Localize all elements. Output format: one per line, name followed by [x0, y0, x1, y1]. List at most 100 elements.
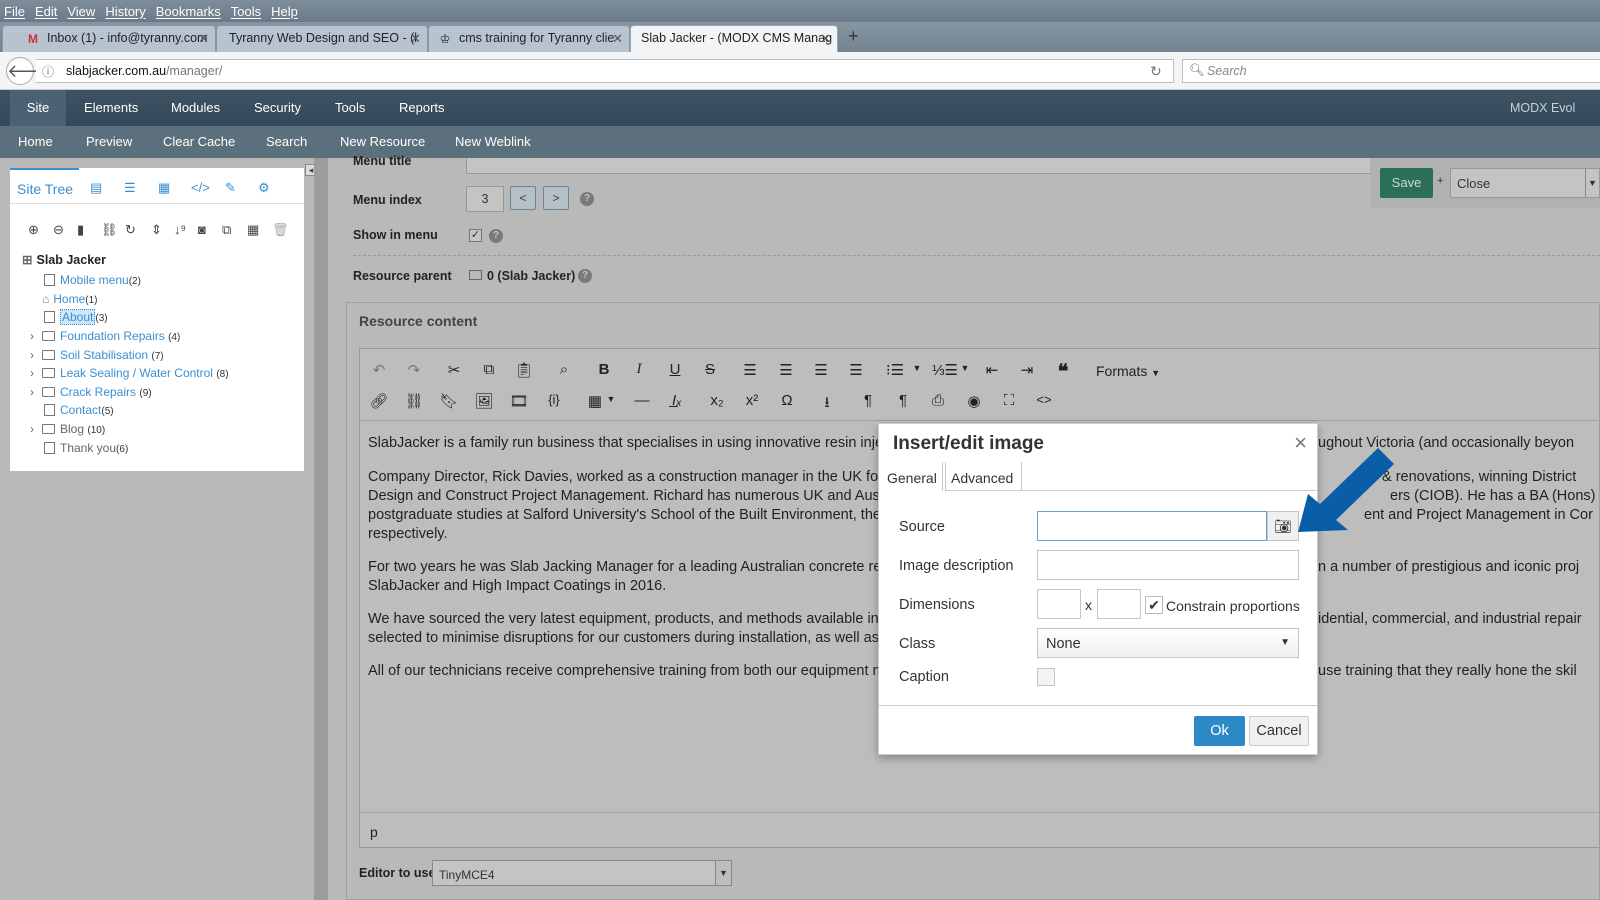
save-button[interactable]: Save [1380, 168, 1433, 198]
editor-to-use-select[interactable]: TinyMCE4 ▼ [432, 860, 732, 886]
subnav-search[interactable]: Search [266, 126, 307, 158]
editor-paragraph-3-line-1[interactable]: For two years he was Slab Jacking Manage… [368, 558, 898, 577]
new-link-icon[interactable]: ⛓ [101, 222, 118, 238]
close-tab-icon[interactable]: ✕ [410, 31, 421, 47]
indent-icon[interactable]: ⇥ [1016, 361, 1038, 379]
back-button[interactable]: 🡐 [6, 57, 55, 85]
close-tab-icon[interactable]: ✕ [820, 31, 831, 47]
code-icon[interactable]: </> [191, 180, 210, 195]
align-right-icon[interactable]: ☰ [810, 361, 832, 379]
subnav-clear-cache[interactable]: Clear Cache [163, 126, 235, 158]
underline-icon[interactable]: U [664, 361, 686, 378]
ok-button[interactable]: Ok [1194, 716, 1245, 746]
chevron-right-icon[interactable]: › [30, 329, 34, 343]
redo-icon[interactable]: ↷ [403, 361, 425, 379]
caption-checkbox[interactable] [1037, 668, 1055, 686]
subnav-home[interactable]: Home [18, 126, 53, 158]
nav-site[interactable]: Site [10, 90, 66, 126]
sort-number-icon[interactable]: ↓⁹ [174, 222, 186, 237]
subnav-preview[interactable]: Preview [86, 126, 132, 158]
browser-tab-cms-training[interactable]: ♔ cms training for Tyranny clie ✕ [428, 25, 630, 52]
tree-node-contact[interactable]: Contact(5) [44, 403, 114, 417]
menu-tools[interactable]: Tools [231, 4, 261, 19]
tree-node-foundation-repairs[interactable]: › Foundation Repairs (4) [30, 329, 180, 343]
image-description-input[interactable] [1037, 550, 1299, 580]
print-icon[interactable]: ⎙ [927, 392, 949, 409]
outdent-icon[interactable]: ⇤ [981, 361, 1003, 379]
nav-security[interactable]: Security [238, 90, 317, 126]
upload-icon[interactable]: ⭳ [816, 392, 838, 417]
editor-paragraph-4-line-2[interactable]: selected to minimise disruptions for our… [368, 629, 899, 648]
reload-icon[interactable]: ↻ [1150, 63, 1162, 80]
nav-elements[interactable]: Elements [68, 90, 154, 126]
editor-paragraph-5[interactable]: All of our technicians receive comprehen… [368, 662, 901, 681]
trash-icon[interactable]: 🗑︎ [272, 222, 289, 238]
source-code-icon[interactable]: <> [1033, 392, 1055, 407]
grid-icon[interactable]: ▦ [158, 180, 170, 196]
browser-tab-inbox[interactable]: M Inbox (1) - info@tyranny.com ✕ [2, 25, 216, 52]
class-select[interactable]: None ▼ [1037, 628, 1299, 658]
numbered-list-icon[interactable]: ⅓☰ [932, 361, 958, 379]
nav-modules[interactable]: Modules [155, 90, 236, 126]
table-icon[interactable]: ▦ [247, 222, 259, 238]
menu-bookmarks[interactable]: Bookmarks [156, 4, 221, 19]
show-in-menu-checkbox[interactable]: ✓ [469, 229, 482, 242]
editor-status-path[interactable]: p [359, 812, 1600, 848]
menu-index-prev-button[interactable]: < [510, 186, 536, 210]
chevron-down-icon[interactable]: ▼ [600, 394, 622, 404]
chevron-down-icon[interactable]: ▼ [954, 363, 976, 373]
tree-node-crack-repairs[interactable]: › Crack Repairs (9) [30, 385, 152, 399]
tree-node-home[interactable]: ⌂ Home(1) [42, 292, 98, 306]
menu-history[interactable]: History [105, 4, 145, 19]
resources-icon[interactable]: ▤ [90, 180, 102, 196]
height-input[interactable] [1097, 589, 1141, 619]
nav-tools[interactable]: Tools [319, 90, 381, 126]
cut-icon[interactable]: ✂ [443, 361, 465, 379]
menu-edit[interactable]: Edit [35, 4, 57, 19]
browser-tab-slabjacker[interactable]: Slab Jacker - (MODX CMS Manag ✕ [630, 25, 838, 52]
menu-view[interactable]: View [67, 4, 95, 19]
editor-paragraph-1[interactable]: SlabJacker is a family run business that… [368, 434, 905, 453]
url-bar[interactable]: slabjacker.com.au/manager/ [36, 59, 1174, 83]
subnav-new-weblink[interactable]: New Weblink [455, 126, 531, 158]
close-action-select[interactable]: Close ▼ [1450, 168, 1600, 198]
camera-icon[interactable]: ◙ [198, 222, 206, 237]
strikethrough-icon[interactable]: S [699, 361, 721, 378]
editor-paragraph-2-line-4[interactable]: respectively. [368, 525, 448, 544]
browser-tab-tyranny[interactable]: Tyranny Web Design and SEO - (l ✕ [216, 25, 428, 52]
unlink-icon[interactable]: ⛓ [403, 392, 425, 410]
link-icon[interactable]: 🔗︎ [368, 392, 390, 410]
tab-site-tree[interactable]: Site Tree [10, 168, 80, 204]
new-document-icon[interactable]: ▮ [77, 222, 84, 238]
resource-parent-value[interactable]: 0 (Slab Jacker) [469, 269, 575, 283]
editor-paragraph-2-line-3[interactable]: postgraduate studies at Salford Universi… [368, 506, 905, 525]
menu-index-input[interactable]: 3 [466, 186, 504, 212]
constrain-proportions-checkbox[interactable]: ✔ [1145, 596, 1163, 614]
justify-icon[interactable]: ☰ [845, 361, 867, 379]
copy-icon[interactable]: ⧉ [222, 222, 231, 238]
tree-node-thank-you[interactable]: Thank you(6) [44, 441, 128, 455]
preview-icon[interactable]: ◉ [963, 392, 985, 410]
tree-node-mobile-menu[interactable]: Mobile menu(2) [44, 273, 141, 287]
editor-paragraph-2-line-2[interactable]: Design and Construct Project Management.… [368, 487, 900, 506]
editor-paragraph-3-tail[interactable]: n a number of prestigious and iconic pro… [1318, 558, 1579, 577]
image-icon[interactable]: 🖼︎ [473, 392, 495, 410]
plugin-icon[interactable]: ✎ [225, 180, 236, 196]
cancel-button[interactable]: Cancel [1249, 716, 1309, 746]
editor-paragraph-2-tail-1[interactable]: & renovations, winning District [1382, 468, 1576, 487]
expand-all-icon[interactable]: ⊕ [28, 222, 39, 238]
bold-icon[interactable]: B [593, 361, 615, 378]
tab-advanced[interactable]: Advanced [942, 462, 1023, 491]
media-icon[interactable]: 🎞︎ [508, 392, 530, 410]
list-icon[interactable]: ☰ [124, 180, 136, 196]
collapse-all-icon[interactable]: ⊖ [53, 222, 64, 238]
paragraph-ltr-icon[interactable]: ¶ [857, 392, 879, 409]
menu-file[interactable]: File [4, 4, 25, 19]
editor-paragraph-4-tail[interactable]: idential, commercial, and industrial rep… [1318, 610, 1582, 629]
fullscreen-icon[interactable]: ⛶ [998, 392, 1020, 409]
italic-icon[interactable]: I [628, 361, 650, 378]
copy-icon[interactable]: ⧉ [478, 361, 500, 378]
formats-dropdown[interactable]: Formats ▼ [1096, 363, 1160, 379]
editor-paragraph-2-tail-2[interactable]: ers (CIOB). He has a BA (Hons) i [1390, 487, 1600, 506]
find-icon[interactable]: ⌕ [553, 361, 575, 378]
